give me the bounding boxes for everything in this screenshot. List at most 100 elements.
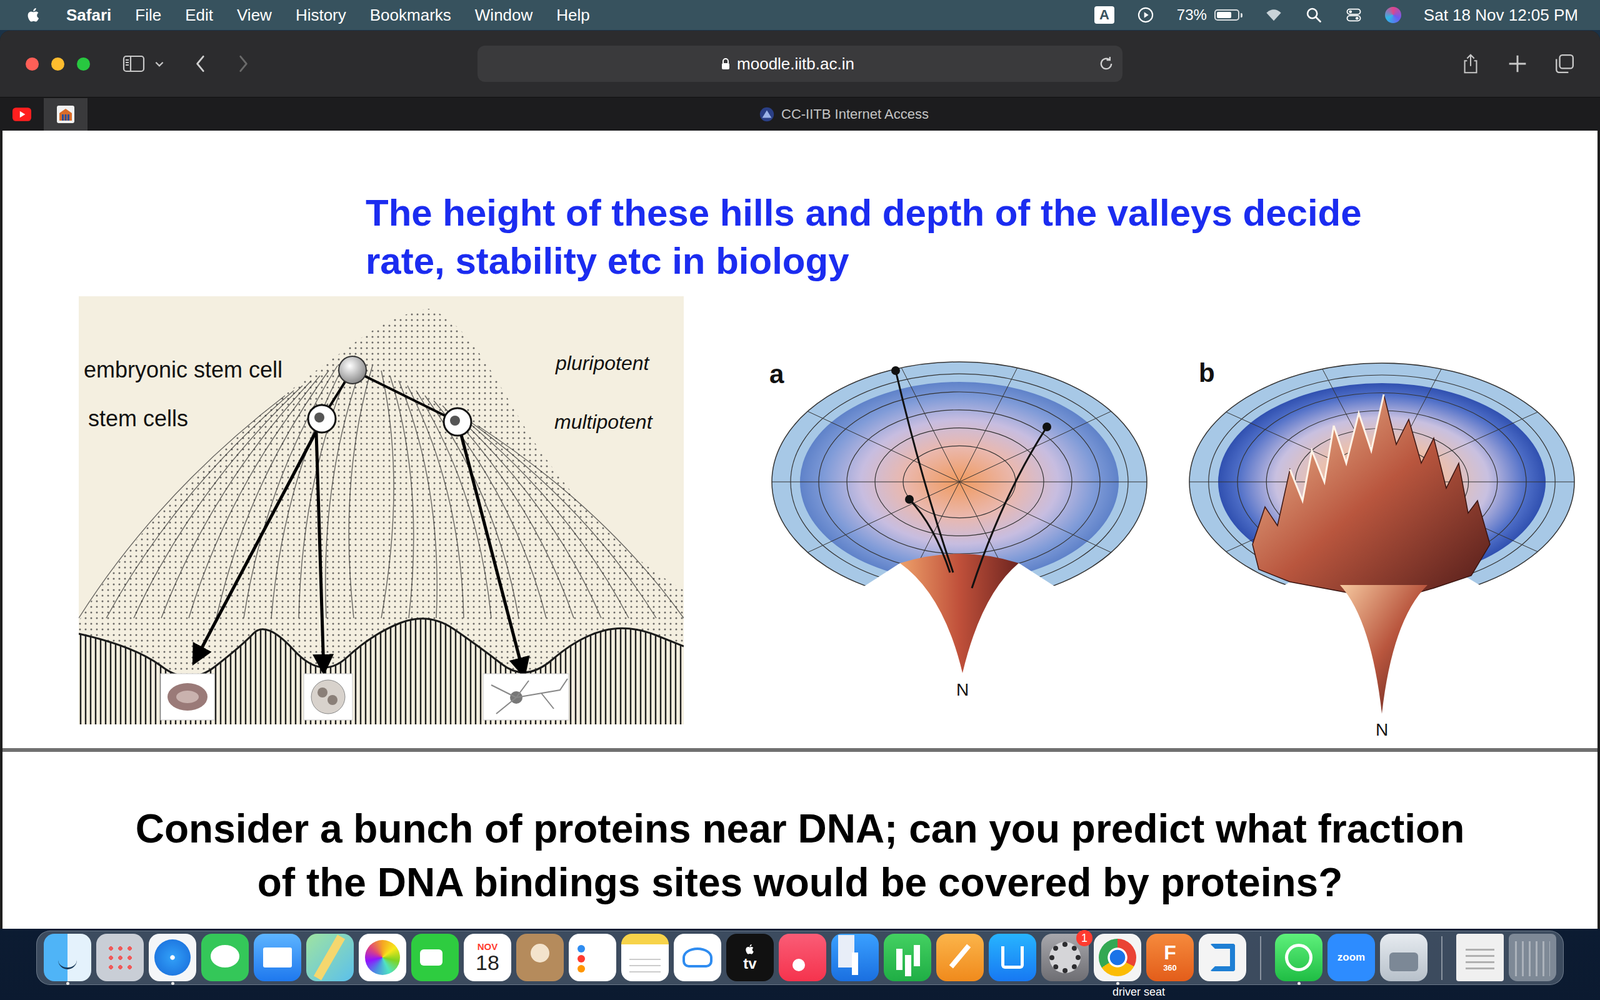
funnel-rim	[1189, 363, 1575, 601]
desktop-item[interactable]: driver seat	[0, 985, 1600, 999]
forward-icon[interactable]	[236, 53, 250, 74]
running-indicator	[591, 981, 595, 985]
control-center-icon[interactable]	[1345, 6, 1363, 24]
photos-icon	[358, 933, 407, 982]
icon-art	[1210, 943, 1235, 972]
icon-art	[792, 958, 805, 972]
tab-bar: CC-IITB Internet Access	[0, 96, 1600, 131]
lock-icon	[720, 57, 731, 70]
share-icon[interactable]	[1459, 53, 1482, 75]
menu-item[interactable]: View	[236, 5, 272, 25]
new-tab-icon[interactable]	[1506, 53, 1529, 75]
contour-line	[298, 355, 355, 619]
dock-app[interactable]	[778, 931, 827, 985]
chevron-down-icon[interactable]	[153, 58, 165, 70]
running-indicator	[1531, 981, 1535, 985]
play-icon[interactable]	[1136, 6, 1155, 24]
neuron-image	[483, 673, 569, 720]
active-tab[interactable]: CC-IITB Internet Access	[87, 106, 1600, 123]
dock-app[interactable]	[1380, 931, 1428, 985]
stem-cell-nucleus	[314, 412, 325, 423]
fusion-icon: F360	[1146, 933, 1194, 982]
dock-app[interactable]: 1	[1041, 931, 1089, 985]
back-icon[interactable]	[193, 53, 208, 74]
address-bar[interactable]: moodle.iitb.ac.in	[477, 45, 1123, 82]
close-button[interactable]	[25, 57, 39, 71]
dock-app[interactable]: tv	[726, 931, 774, 985]
native-state-label: N	[956, 680, 969, 700]
dock-app[interactable]	[1198, 931, 1247, 985]
toolbar-right	[1122, 53, 1600, 75]
dock-app[interactable]	[1456, 931, 1504, 985]
dock-app[interactable]	[936, 931, 984, 985]
front-face	[78, 618, 684, 725]
icon-art	[365, 940, 400, 975]
icon-art	[896, 948, 903, 970]
chrome-icon	[1093, 933, 1142, 982]
hill-surface	[78, 308, 684, 725]
input-source[interactable]: A	[1094, 6, 1115, 24]
pinned-tab[interactable]	[43, 98, 88, 131]
dock-app[interactable]	[96, 931, 144, 985]
dock-app[interactable]	[568, 931, 617, 985]
icon-art	[851, 952, 859, 975]
red-blood-cell	[167, 683, 208, 711]
menu-item[interactable]: Help	[556, 5, 590, 25]
notification-badge: 1	[1076, 930, 1093, 947]
dock-app[interactable]	[411, 931, 459, 985]
apple-logo-icon[interactable]	[25, 5, 43, 25]
dock-app[interactable]	[621, 931, 669, 985]
dock-app[interactable]	[358, 931, 407, 985]
sidebar-icon[interactable]	[122, 53, 145, 75]
search-icon[interactable]	[1305, 6, 1323, 24]
dock-app[interactable]	[1508, 931, 1557, 985]
address-text: moodle.iitb.ac.in	[736, 54, 855, 74]
dock-app[interactable]	[988, 931, 1037, 985]
dock-app[interactable]	[201, 931, 249, 985]
dock-app[interactable]	[673, 931, 722, 985]
battery-icon[interactable]	[1214, 9, 1243, 21]
dock-app[interactable]	[1093, 931, 1142, 985]
pinned-tab[interactable]	[0, 98, 44, 131]
tab-overview-icon[interactable]	[1553, 53, 1576, 75]
wifi-icon[interactable]	[1265, 6, 1283, 24]
dock-app[interactable]	[253, 931, 302, 985]
document-icon	[1456, 933, 1504, 982]
dock-app[interactable]: NOV18	[463, 931, 512, 985]
zoom-button[interactable]	[76, 57, 90, 71]
app-menu[interactable]: Safari	[66, 5, 112, 25]
dock-app[interactable]	[306, 931, 354, 985]
stem-cell-nucleus	[450, 415, 460, 426]
dock-app[interactable]	[1275, 931, 1323, 985]
white-blood-cell-image	[303, 673, 353, 720]
icon-art	[263, 947, 292, 968]
dock-app[interactable]	[831, 931, 879, 985]
menu-item[interactable]: File	[135, 5, 162, 25]
icon-sublabel: 360	[1163, 963, 1177, 973]
reload-icon[interactable]	[1097, 55, 1115, 73]
dock-app[interactable]: zoom	[1327, 931, 1375, 985]
status-area: A73%Sat 18 Nov 12:05 PM	[1094, 5, 1579, 25]
icon-art	[1389, 952, 1419, 972]
menu-item[interactable]: History	[295, 5, 347, 25]
menu-bar: Safari File Edit View History Bookmarks Window…	[0, 0, 1600, 30]
minimize-button[interactable]	[51, 57, 65, 71]
icon-art	[530, 943, 550, 963]
siri-icon[interactable]	[1385, 6, 1402, 24]
running-indicator	[1221, 981, 1225, 985]
clock[interactable]: Sat 18 Nov 12:05 PM	[1423, 5, 1579, 25]
menu-item[interactable]: Window	[475, 5, 533, 25]
dock-app[interactable]	[516, 931, 564, 985]
facetime-icon	[411, 933, 459, 982]
grid-spoke	[959, 481, 1112, 553]
menu-item[interactable]: Edit	[185, 5, 214, 25]
dock-app[interactable]	[883, 931, 932, 985]
appstore-icon	[988, 933, 1037, 982]
running-indicator	[643, 981, 647, 985]
menu-item[interactable]: Bookmarks	[370, 5, 452, 25]
icon-label-group: zoom	[1337, 951, 1365, 964]
cell-lobe	[317, 687, 328, 698]
dock-app[interactable]: F360	[1146, 931, 1194, 985]
dock-app[interactable]	[148, 931, 197, 985]
dock-app[interactable]	[43, 931, 92, 985]
